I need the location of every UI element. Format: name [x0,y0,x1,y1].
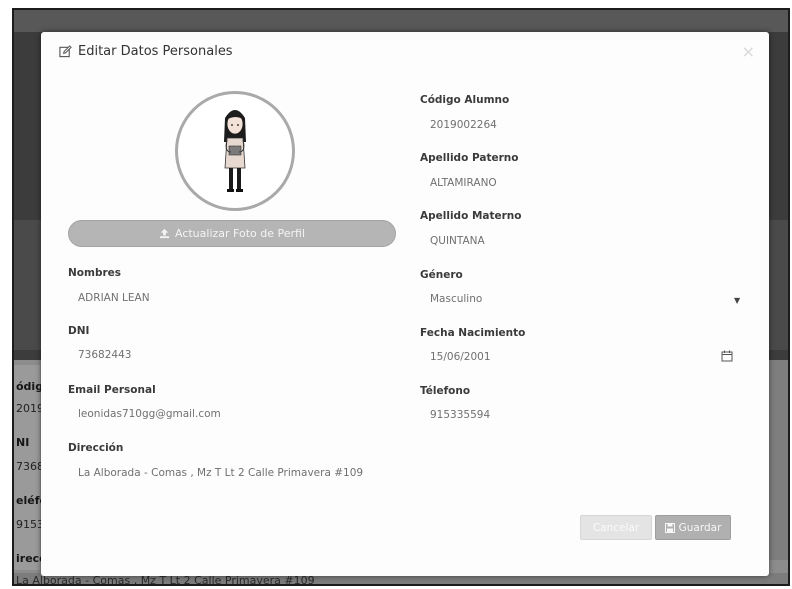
upload-icon [159,228,170,239]
direccion-label: Dirección [68,442,124,454]
caret-down-icon[interactable]: ▼ [734,296,740,305]
direccion-field[interactable]: La Alborada - Comas , Mz T Lt 2 Calle Pr… [78,467,363,479]
codigo-alumno-label: Código Alumno [420,94,510,106]
fecha-nacimiento-field[interactable]: 15/06/2001 [430,351,491,363]
apellido-paterno-label: Apellido Paterno [420,152,519,164]
backdrop-value-telefono: 9153 [16,518,44,531]
apellido-materno-field[interactable]: QUINTANA [430,235,485,247]
email-label: Email Personal [68,384,156,396]
close-icon[interactable]: × [742,42,755,61]
dni-label: DNI [68,325,90,337]
dni-field[interactable]: 73682443 [78,349,131,361]
modal-title: Editar Datos Personales [78,44,233,59]
calendar-icon[interactable] [721,350,733,362]
save-label: Guardar [678,521,722,534]
email-field[interactable]: leonidas710gg@gmail.com [78,408,221,420]
cancel-label: Cancelar [592,521,640,534]
edit-personal-data-modal: Editar Datos Personales × Actualizar Fot… [41,32,769,576]
genero-label: Género [420,269,463,281]
modal-header: Editar Datos Personales [59,44,233,59]
backdrop-label-dni: NI [16,436,30,449]
profile-avatar [175,91,295,211]
update-profile-photo-label: Actualizar Foto de Perfil [174,227,306,240]
edit-icon [59,45,72,58]
nombres-field[interactable]: ADRIAN LEAN [78,292,150,304]
nombres-label: Nombres [68,267,122,279]
backdrop-value-dni: 7368 [16,460,44,473]
backdrop-right-panel [768,360,788,560]
avatar-illustration [224,110,246,192]
codigo-alumno-field[interactable]: 2019002264 [430,119,497,131]
update-profile-photo-button[interactable]: Actualizar Foto de Perfil [68,220,396,247]
telefono-label: Télefono [420,385,471,397]
save-icon [664,522,675,533]
genero-select[interactable]: Masculino [430,293,482,305]
fecha-nacimiento-label: Fecha Nacimiento [420,327,526,339]
cancel-button[interactable]: Cancelar [580,515,652,540]
backdrop-value-codigo: 2019 [16,402,44,415]
backdrop-header [14,10,788,32]
save-button[interactable]: Guardar [655,515,731,540]
apellido-materno-label: Apellido Materno [420,210,522,222]
telefono-field[interactable]: 915335594 [430,409,490,421]
apellido-paterno-field[interactable]: ALTAMIRANO [430,177,497,189]
